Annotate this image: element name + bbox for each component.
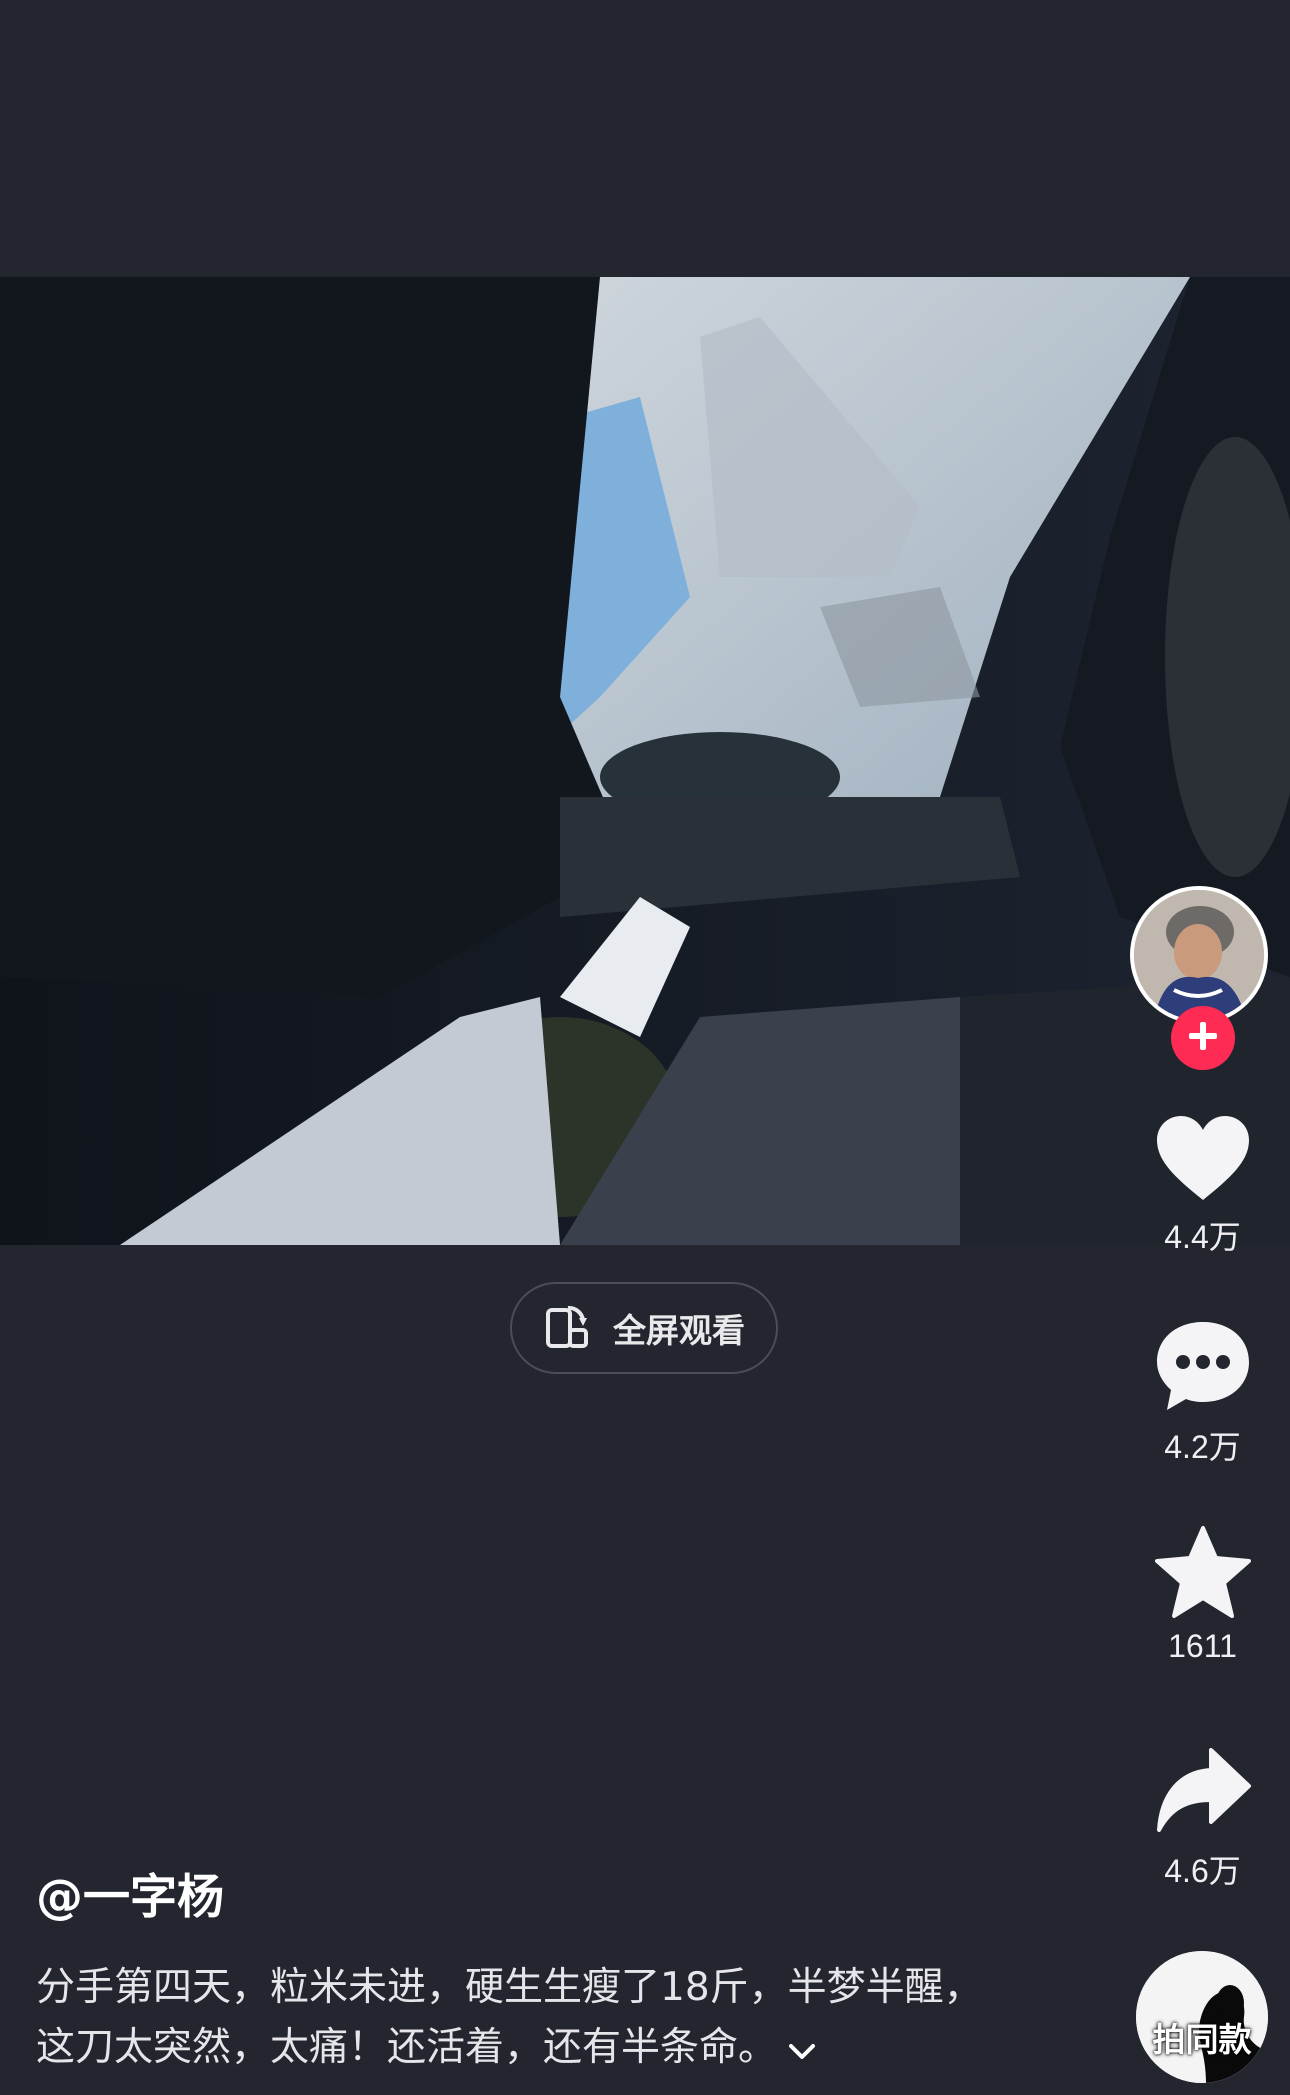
fullscreen-label: 全屏观看 [613,1311,745,1350]
like-count: 4.4万 [1164,1219,1241,1255]
avatar[interactable] [1130,886,1268,1024]
share-count: 4.6万 [1164,1853,1241,1889]
follow-button[interactable] [1171,1006,1235,1070]
favorite-button[interactable]: 1611 [1130,1524,1275,1665]
author-handle[interactable]: @一字杨 [36,1858,224,1927]
comment-bubble-icon [1153,1318,1253,1418]
caption-text: 分手第四天，粒米未进，硬生生瘦了18斤，半梦半醒，这刀太突然，太痛！还活着，还有… [36,1965,983,2070]
video-player[interactable] [0,277,1290,1245]
share-arrow-icon [1153,1742,1253,1842]
use-sound-button[interactable]: 拍同款 [1136,1951,1268,2083]
star-icon [1153,1524,1253,1624]
like-button[interactable]: 4.4万 [1130,1112,1275,1258]
share-button[interactable]: 4.6万 [1130,1742,1275,1892]
use-sound-label: 拍同款 [1152,2020,1252,2059]
chevron-down-icon [787,2027,817,2072]
video-caption: 分手第四天，粒米未进，硬生生瘦了18斤，半梦半醒，这刀太突然，太痛！还活着，还有… [36,1958,1016,2080]
comment-button[interactable]: 4.2万 [1130,1318,1275,1468]
heart-icon [1153,1112,1253,1208]
comment-count: 4.2万 [1164,1429,1241,1465]
video-frame-image [0,277,1290,1245]
expand-caption-button[interactable] [787,2020,817,2080]
plus-icon [1186,1019,1220,1057]
favorite-count: 1611 [1168,1628,1237,1664]
fullscreen-rotate-icon [543,1300,595,1356]
author-avatar-group [1130,886,1275,1070]
fullscreen-button[interactable]: 全屏观看 [510,1282,778,1374]
